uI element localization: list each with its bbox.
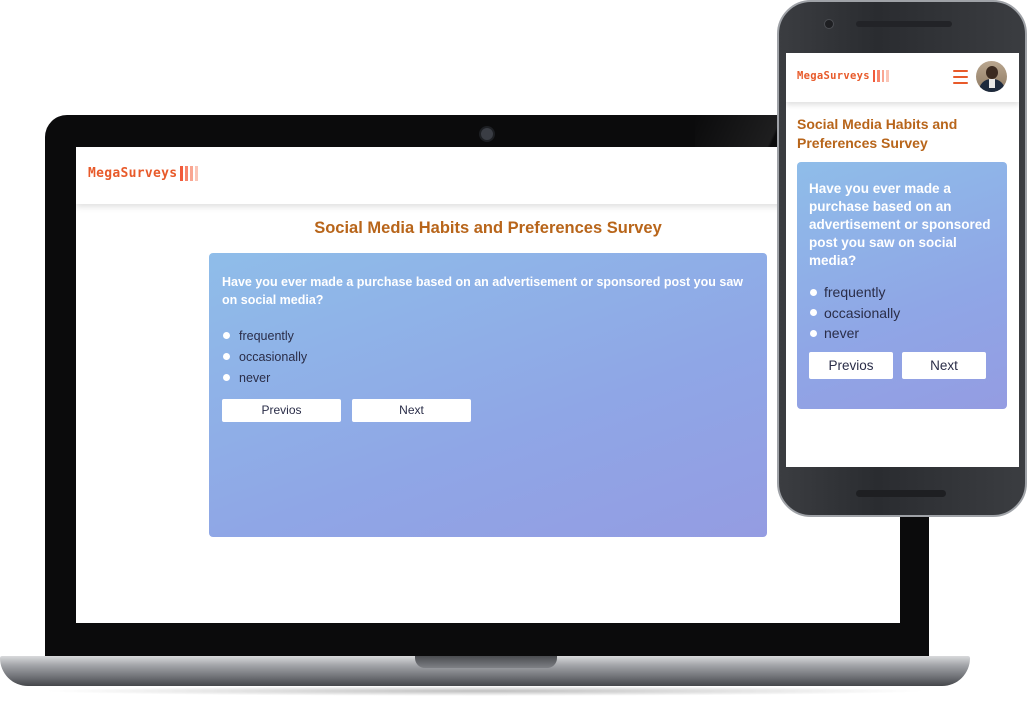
option-occasionally[interactable]: occasionally [810,303,900,324]
mobile-screen: MegaSurveys Social Media Habits and Pref… [786,53,1019,467]
question-text: Have you ever made a purchase based on a… [809,181,991,268]
question-text: Have you ever made a purchase based on a… [222,275,744,307]
answer-options: frequently occasionally never [223,325,307,388]
radio-icon[interactable] [810,329,817,337]
user-avatar[interactable] [976,61,1007,92]
option-label: frequently [239,328,294,343]
brand-logo-text: MegaSurveys [797,70,870,82]
answer-options: frequently occasionally never [810,282,900,344]
radio-icon[interactable] [223,332,230,339]
laptop-notch [415,656,557,668]
previous-button[interactable]: Previos [809,352,893,379]
option-label: occasionally [824,304,901,321]
previous-button[interactable]: Previos [222,399,341,422]
radio-icon[interactable] [223,374,230,381]
option-never[interactable]: never [810,323,900,344]
option-never[interactable]: never [223,367,307,388]
radio-icon[interactable] [810,309,817,317]
question-card: Have you ever made a purchase based on a… [797,162,1007,409]
webcam-icon [479,126,495,142]
option-label: never [824,325,860,342]
option-label: occasionally [239,349,308,364]
option-frequently[interactable]: frequently [223,325,307,346]
mobile-header: MegaSurveys [786,53,1019,102]
next-button[interactable]: Next [352,399,471,422]
radio-icon[interactable] [810,288,817,296]
brand-logo-text: MegaSurveys [88,166,178,181]
phone-speaker [856,21,952,27]
page-title: Social Media Habits and Preferences Surv… [797,116,958,151]
next-button[interactable]: Next [902,352,986,379]
brand-logo[interactable]: MegaSurveys [797,70,889,82]
laptop-shadow [40,686,930,696]
option-frequently[interactable]: frequently [810,282,900,303]
question-card: Have you ever made a purchase based on a… [209,253,767,537]
option-label: frequently [824,284,886,301]
option-occasionally[interactable]: occasionally [223,346,307,367]
phone-home-bar [856,490,946,497]
brand-logo[interactable]: MegaSurveys [88,166,199,181]
logo-bars-icon [872,70,889,82]
radio-icon[interactable] [223,353,230,360]
hamburger-menu-icon[interactable] [953,70,968,84]
phone-camera-icon [824,19,834,29]
option-label: never [239,370,271,385]
logo-bars-icon [180,166,199,181]
